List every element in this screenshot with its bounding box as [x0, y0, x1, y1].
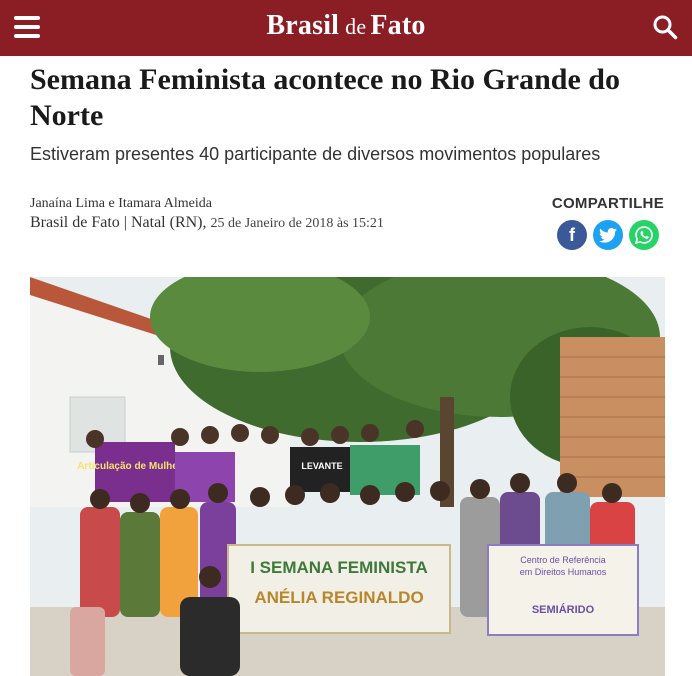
center-banner-line-3: SEMIÁRIDO	[532, 603, 595, 616]
center-banner-line-2: em Direitos Humanos	[520, 567, 607, 577]
share-buttons: f	[557, 220, 659, 250]
article-source: Brasil de Fato | Natal (RN),	[30, 214, 207, 231]
banner-line-2: ANÉLIA REGINALDO	[254, 588, 423, 607]
article-photo: Articulação de Mulheres LEVANTE I SEMANA…	[30, 277, 665, 676]
center-banner-line-1: Centro de Referência	[520, 555, 606, 565]
twitter-share-button[interactable]	[593, 220, 623, 250]
article-authors: Janaína Lima e Itamara Almeida	[30, 196, 212, 211]
whatsapp-icon	[634, 226, 653, 245]
group-photo-illustration: Articulação de Mulheres LEVANTE I SEMANA…	[30, 277, 665, 676]
whatsapp-share-button[interactable]	[629, 220, 659, 250]
article-meta: Brasil de Fato | Natal (RN), 25 de Janei…	[30, 214, 384, 232]
brand-logo[interactable]: Brasil de Fato	[0, 10, 692, 42]
top-bar: Brasil de Fato	[0, 0, 692, 56]
share-label: COMPARTILHE	[551, 195, 664, 212]
search-icon[interactable]	[652, 14, 678, 40]
facebook-share-button[interactable]: f	[557, 220, 587, 250]
twitter-icon	[599, 227, 617, 243]
facebook-icon: f	[569, 224, 575, 245]
article-subtitle: Estiveram presentes 40 participante de d…	[30, 144, 601, 164]
banner-line-1: I SEMANA FEMINISTA	[250, 558, 428, 577]
black-banner-text: LEVANTE	[301, 461, 342, 471]
article-title: Semana Feminista acontece no Rio Grande …	[30, 63, 620, 132]
article-date: 25 de Janeiro de 2018 às 15:21	[210, 216, 384, 231]
